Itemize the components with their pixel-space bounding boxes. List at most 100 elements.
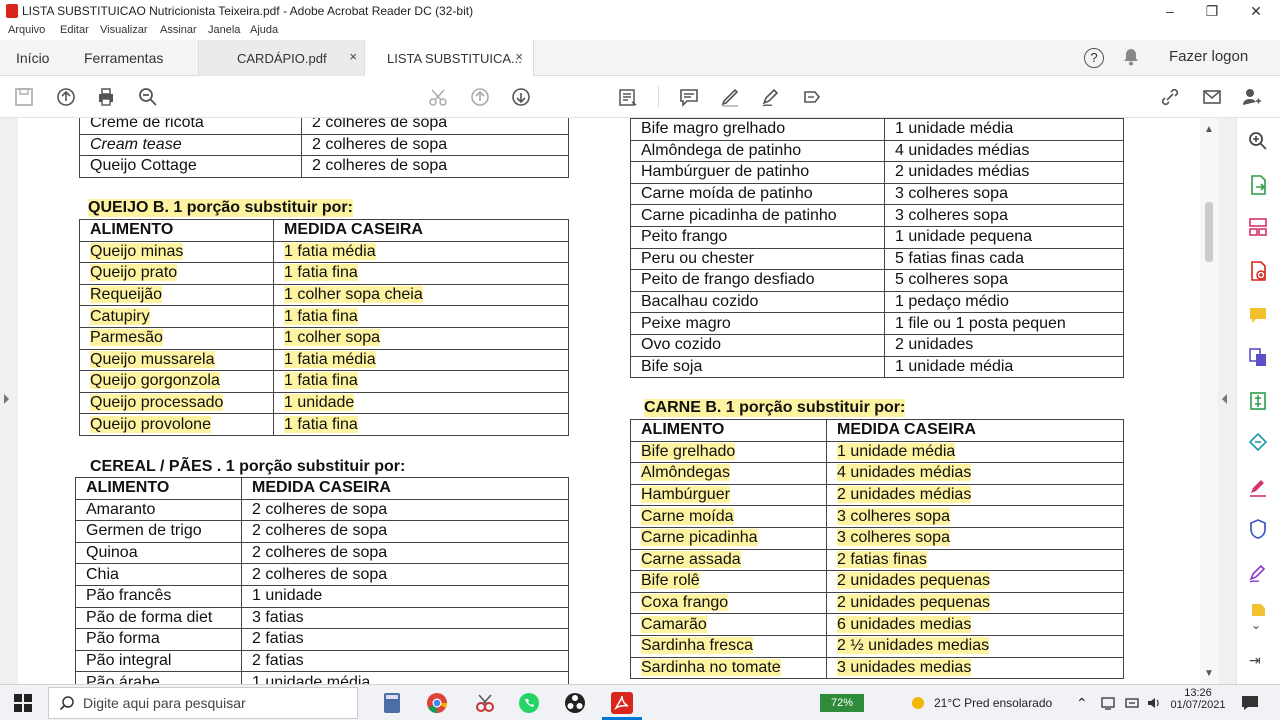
cell-text: Ovo cozido xyxy=(641,336,722,354)
table-row: Ovo cozido 2 unidades xyxy=(630,333,1124,357)
cell-measure: 4 unidades médias xyxy=(884,139,1124,163)
prev-page-icon[interactable] xyxy=(468,85,492,109)
cell-food: Carne moída de patinho xyxy=(630,182,885,206)
bell-icon[interactable] xyxy=(1122,47,1140,71)
comment-tool-icon[interactable] xyxy=(1247,304,1269,326)
cell-food: Carne moída xyxy=(630,505,827,528)
left-panel-expand-icon[interactable] xyxy=(4,394,9,404)
scroll-down-icon[interactable]: ▼ xyxy=(1204,668,1214,679)
export-pdf-icon[interactable] xyxy=(1247,174,1269,196)
print-icon[interactable] xyxy=(94,85,118,109)
tab-cardapio[interactable]: CARDÁPIO.pdf × xyxy=(198,40,368,76)
table-row: Hambúrguer 2 unidades médias xyxy=(630,483,1124,507)
comment-icon[interactable] xyxy=(677,85,701,109)
create-pdf-icon[interactable] xyxy=(1247,260,1269,282)
cell-measure: 2 unidades médias xyxy=(826,483,1124,507)
whatsapp-icon[interactable] xyxy=(518,691,540,715)
combine-files-icon[interactable] xyxy=(1247,346,1269,368)
minimize-button[interactable]: – xyxy=(1150,0,1190,22)
cell-food: Amaranto xyxy=(75,498,242,522)
zoom-search-icon[interactable] xyxy=(136,85,160,109)
header-medida: MEDIDA CASEIRA xyxy=(826,419,1124,442)
notifications-icon[interactable] xyxy=(1240,691,1260,715)
calculator-icon[interactable] xyxy=(382,691,402,715)
table-row: Sardinha no tomate 3 unidades medias xyxy=(630,656,1124,680)
menu-editar[interactable]: Editar xyxy=(60,24,89,36)
cell-measure: 1 file ou 1 posta pequen xyxy=(884,312,1124,335)
cell-food: Pão de forma diet xyxy=(75,606,242,630)
menu-janela[interactable]: Janela xyxy=(208,24,240,36)
help-icon[interactable]: ? xyxy=(1084,48,1104,68)
cell-measure: 2 colheres de sopa xyxy=(301,118,569,135)
share-user-icon[interactable] xyxy=(1240,85,1264,109)
vertical-scrollbar[interactable]: ▲ ▼ xyxy=(1200,118,1218,684)
weather-icon[interactable] xyxy=(908,691,928,715)
pen-icon[interactable] xyxy=(718,85,742,109)
scrollbar-thumb[interactable] xyxy=(1205,202,1213,262)
snipping-tool-icon[interactable] xyxy=(474,691,496,715)
taskbar-search-box[interactable]: Digite aqui para pesquisar xyxy=(48,687,358,719)
tab-lista-substituicao[interactable]: LISTA SUBSTITUICA... × xyxy=(364,40,534,76)
cell-measure: 1 colher sopa cheia xyxy=(273,283,569,307)
tab-close-icon[interactable]: × xyxy=(515,49,523,64)
protect-shield-icon[interactable] xyxy=(1247,518,1269,540)
cell-text: Carne picadinha de patinho xyxy=(641,206,837,224)
scissors-icon[interactable] xyxy=(426,85,450,109)
network-icon[interactable] xyxy=(1100,691,1116,715)
restore-button[interactable]: ❐ xyxy=(1192,0,1232,22)
scroll-up-icon[interactable]: ▲ xyxy=(1204,124,1214,135)
fill-sign-icon[interactable] xyxy=(1247,476,1269,498)
cell-text: 3 colheres sopa xyxy=(895,206,1008,224)
menu-assinar[interactable]: Assinar xyxy=(160,24,197,36)
volume-icon[interactable] xyxy=(1146,691,1162,715)
upload-icon[interactable] xyxy=(54,85,78,109)
table-row: Coxa frango 2 unidades pequenas xyxy=(630,591,1124,615)
close-window-button[interactable]: ✕ xyxy=(1236,0,1276,22)
edit-sign-icon[interactable] xyxy=(1247,562,1269,584)
compress-pdf-icon[interactable] xyxy=(1247,390,1269,412)
right-panel-collapse-icon[interactable] xyxy=(1222,394,1227,404)
send-for-review-icon[interactable] xyxy=(1247,432,1269,454)
windows-start-icon[interactable] xyxy=(14,691,32,715)
weather-text[interactable]: 21°C Pred ensolarado xyxy=(934,691,1052,715)
zoom-icon[interactable] xyxy=(1247,130,1269,152)
link-icon[interactable] xyxy=(1158,85,1182,109)
table-row: Peixe magro 1 file ou 1 posta pequen xyxy=(630,312,1124,335)
collapse-panel-icon[interactable]: ⇥ xyxy=(1249,652,1261,669)
chrome-icon[interactable] xyxy=(426,691,448,715)
obs-icon[interactable] xyxy=(564,691,586,715)
cell-text: Cream tease xyxy=(90,135,182,153)
mail-icon[interactable] xyxy=(1200,85,1224,109)
battery-indicator[interactable]: 72% xyxy=(820,694,864,712)
show-hidden-icons-chevron-icon[interactable]: ⌃ xyxy=(1076,691,1088,715)
cell-text: Hambúrguer xyxy=(641,486,730,504)
organize-pages-icon[interactable] xyxy=(1247,216,1269,238)
stamp-icon[interactable] xyxy=(800,85,824,109)
next-page-icon[interactable] xyxy=(509,85,533,109)
sign-icon[interactable] xyxy=(759,85,783,109)
save-icon[interactable] xyxy=(12,85,36,109)
search-icon xyxy=(59,695,75,714)
cell-measure: 3 colheres sopa xyxy=(826,505,1124,528)
table-row: Cream tease 2 colheres de sopa xyxy=(79,133,569,157)
document-viewport[interactable]: Creme de ricota 2 colheres de sopa Cream t… xyxy=(0,118,1236,684)
cell-text: 4 unidades médias xyxy=(895,141,1030,159)
nav-home[interactable]: Início xyxy=(16,50,49,66)
cell-food: Peito de frango desfiado xyxy=(630,269,885,292)
tab-close-icon[interactable]: × xyxy=(349,49,357,64)
more-tools-icon[interactable] xyxy=(1247,602,1269,616)
table-row: Germen de trigo 2 colheres de sopa xyxy=(75,520,569,543)
page-fit-icon[interactable] xyxy=(616,85,640,109)
login-button[interactable]: Fazer logon xyxy=(1169,48,1248,65)
ime-icon[interactable] xyxy=(1124,691,1140,715)
menu-visualizar[interactable]: Visualizar xyxy=(100,24,148,36)
acrobat-taskbar-icon[interactable] xyxy=(610,691,634,715)
clock[interactable]: 13:26 01/07/2021 xyxy=(1166,687,1230,711)
cell-measure: 1 unidade média xyxy=(884,118,1124,141)
nav-tools[interactable]: Ferramentas xyxy=(84,50,163,66)
cell-text: Queijo gorgonzola xyxy=(90,372,220,390)
tools-side-panel: ⌄ ⇥ xyxy=(1236,118,1280,684)
menu-ajuda[interactable]: Ajuda xyxy=(250,24,278,36)
menu-arquivo[interactable]: Arquivo xyxy=(8,24,45,36)
panel-scroll-down-icon[interactable]: ⌄ xyxy=(1251,618,1261,632)
